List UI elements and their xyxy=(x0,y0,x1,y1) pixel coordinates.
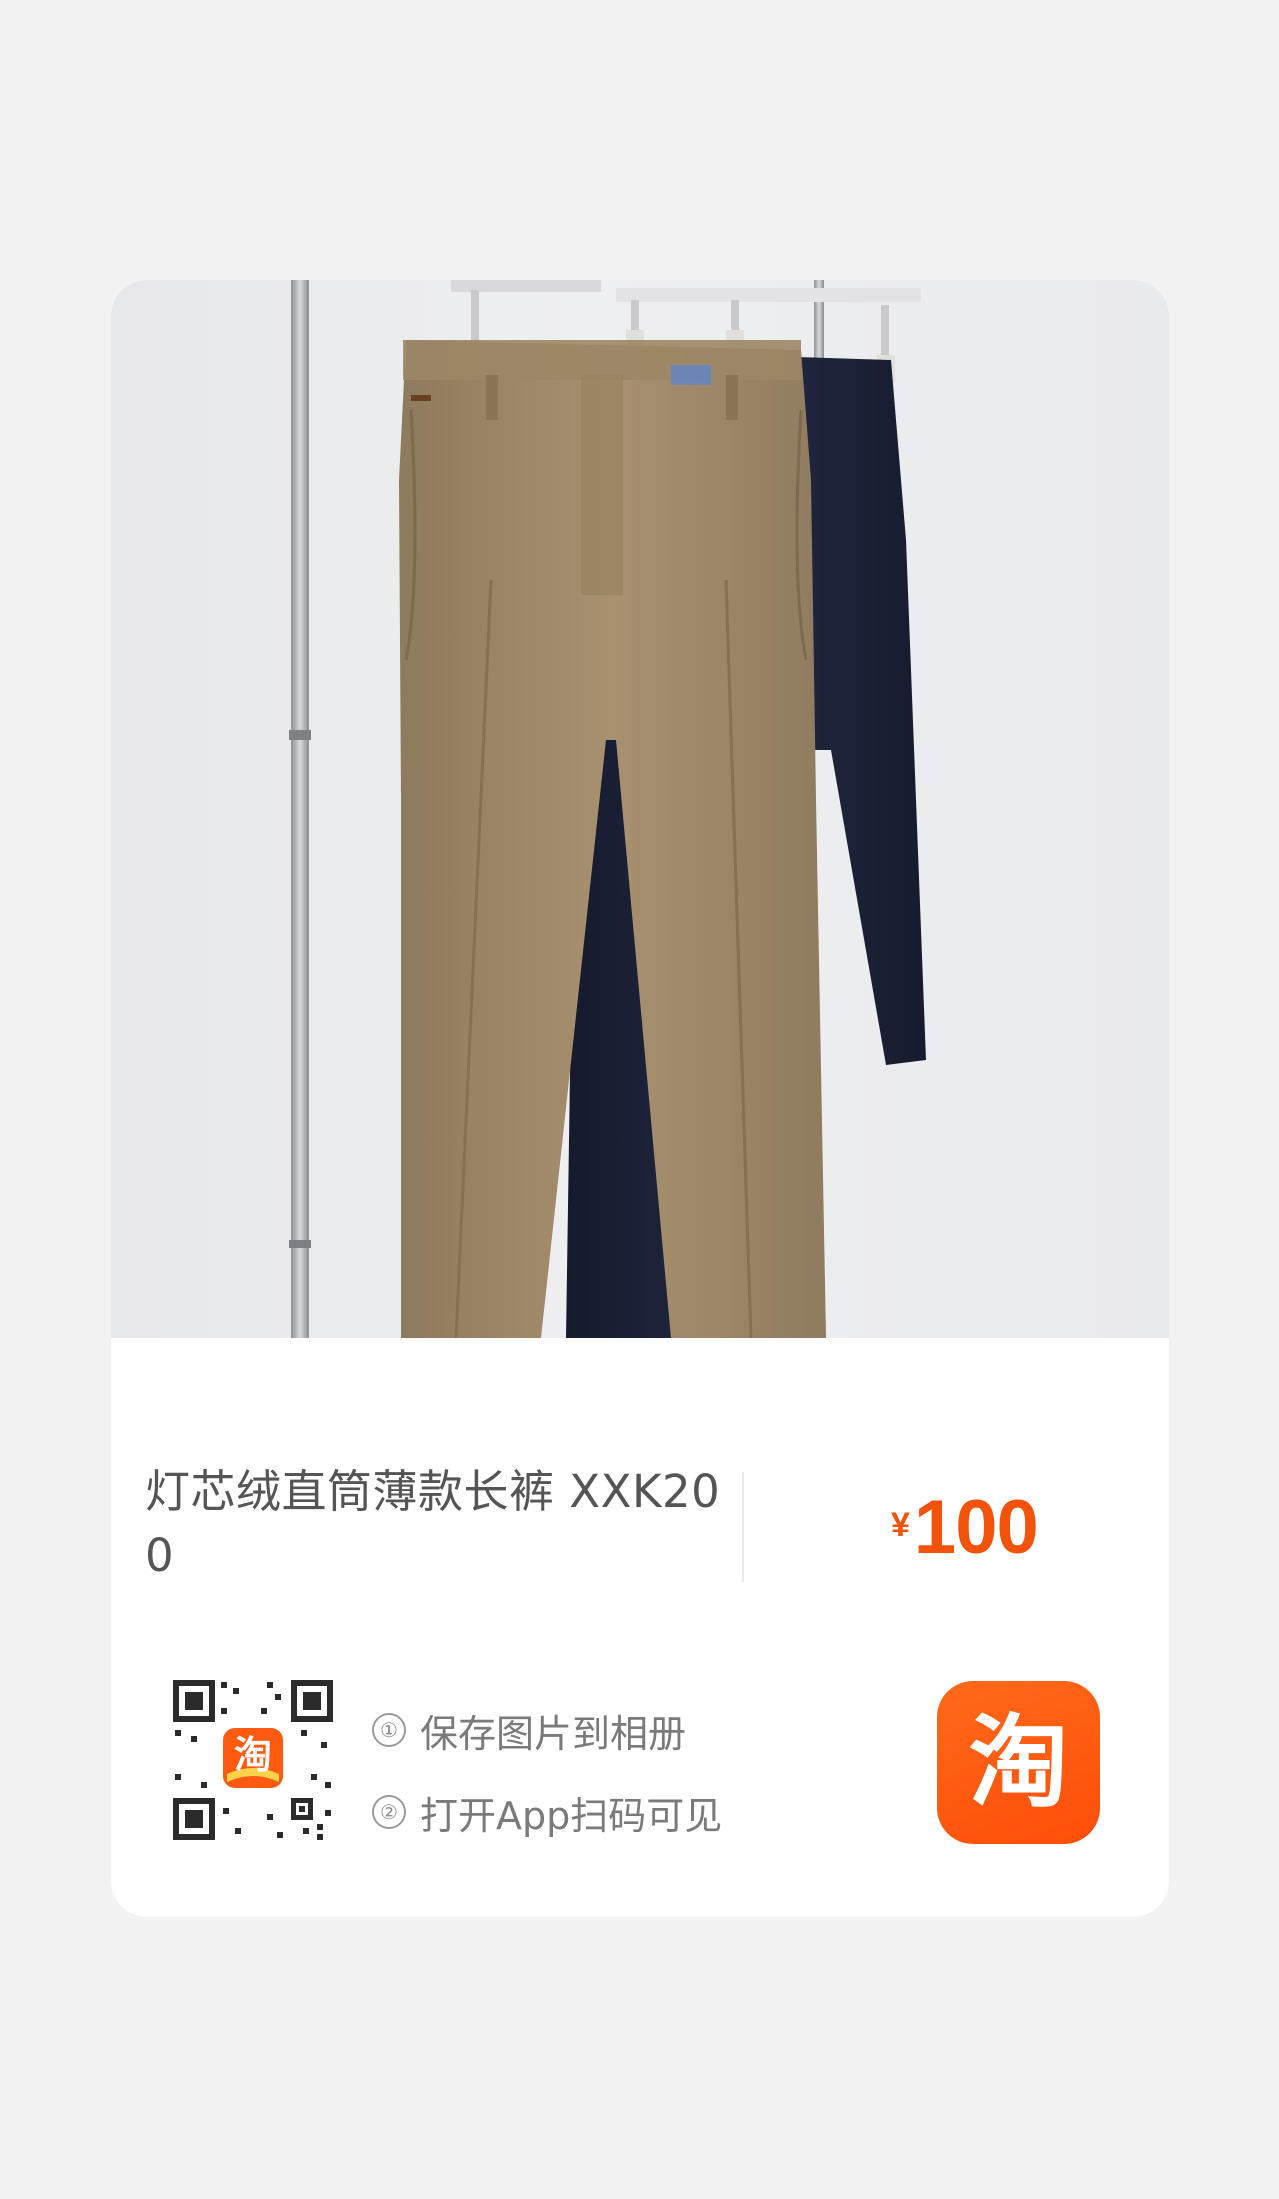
step-save: ① 保存图片到相册 xyxy=(372,1700,722,1760)
qr-code-svg: 淘 xyxy=(171,1678,335,1842)
price-currency: ¥ xyxy=(891,1506,910,1544)
qr-code[interactable]: 淘 xyxy=(171,1678,335,1842)
product-image[interactable] xyxy=(111,280,1169,1338)
share-steps: ① 保存图片到相册 ② 打开App扫码可见 xyxy=(372,1700,722,1864)
product-image-svg xyxy=(289,280,926,1338)
product-price: ¥ 100 xyxy=(891,1485,1039,1570)
share-card: 灯芯绒直筒薄款长裤 XXK200 ¥ 100 淘 ① 保存图片到相册 ② 打开A… xyxy=(111,280,1169,1917)
rack-pole xyxy=(291,280,309,1338)
step-2-text: 打开App扫码可见 xyxy=(420,1793,723,1838)
price-amount: 100 xyxy=(913,1485,1039,1570)
step-1-text: 保存图片到相册 xyxy=(420,1711,687,1756)
taobao-glyph: 淘 xyxy=(968,1703,1069,1821)
step-2-badge: ② xyxy=(372,1795,406,1829)
step-scan: ② 打开App扫码可见 xyxy=(372,1782,722,1842)
step-1-badge: ① xyxy=(372,1713,406,1747)
hanger xyxy=(616,288,921,302)
divider xyxy=(742,1472,744,1582)
product-title[interactable]: 灯芯绒直筒薄款长裤 XXK200 xyxy=(145,1460,735,1588)
taobao-app-icon[interactable]: 淘 xyxy=(937,1681,1100,1844)
qr-logo-glyph: 淘 xyxy=(234,1733,272,1777)
